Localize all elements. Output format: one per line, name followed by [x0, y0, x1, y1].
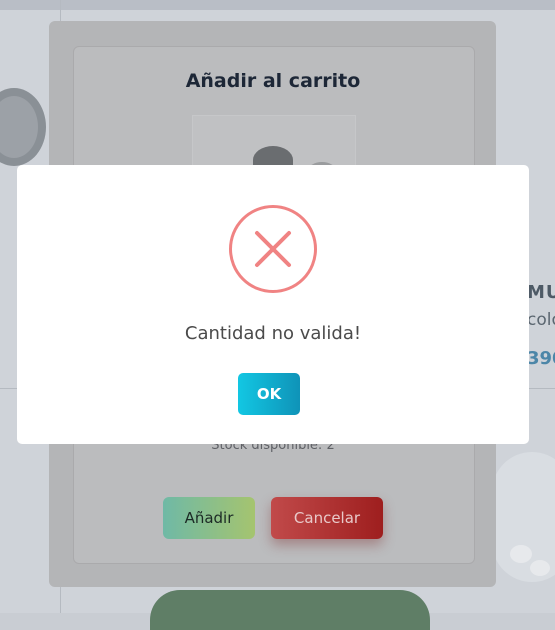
cancel-button[interactable]: Cancelar: [271, 497, 383, 539]
error-x-icon: [229, 205, 317, 293]
background-decoration: [510, 545, 532, 563]
background-product-image: [150, 590, 430, 630]
ok-button[interactable]: OK: [238, 373, 300, 415]
background-product-desc: colo: [527, 310, 555, 330]
alert-message: Cantidad no valida!: [184, 323, 362, 344]
background-product-name: MU: [527, 282, 555, 303]
background-decoration: [530, 560, 550, 576]
dialog-title: Añadir al carrito: [185, 70, 361, 92]
add-button[interactable]: Añadir: [163, 497, 255, 539]
background-product-price: 390: [527, 348, 555, 369]
background-header: [0, 0, 555, 10]
error-alert-dialog: Cantidad no valida! OK: [17, 165, 529, 444]
